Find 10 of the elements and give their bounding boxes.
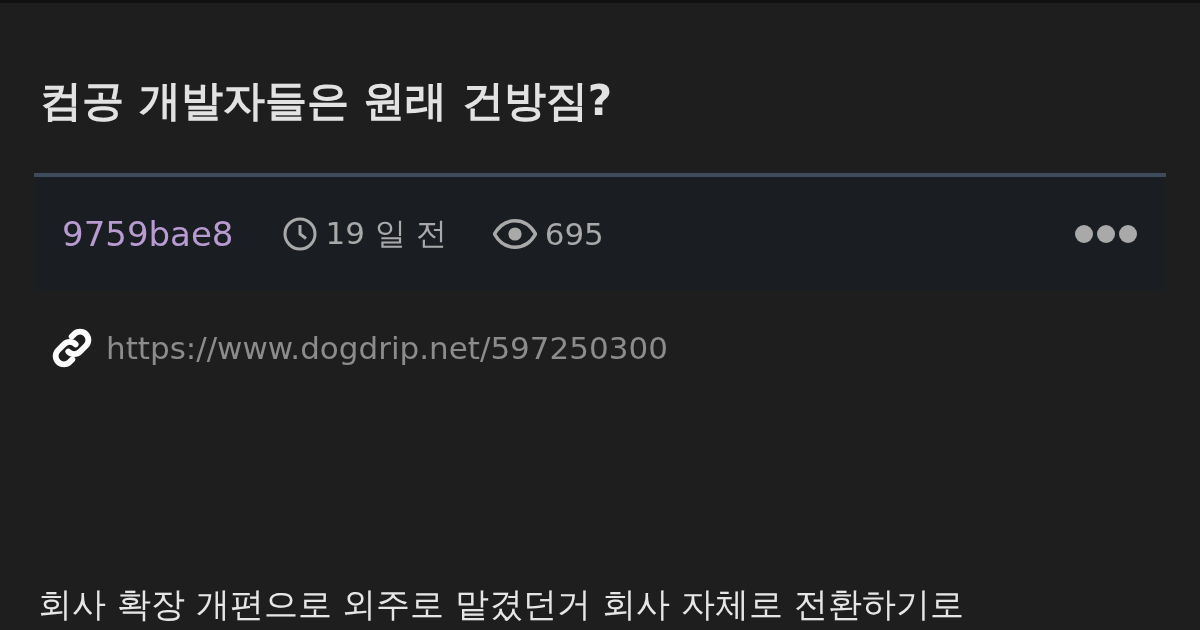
post-time: 19 일 전 <box>325 213 447 253</box>
post-url[interactable]: https://www.dogdrip.net/597250300 <box>106 330 668 366</box>
author-name[interactable]: 9759bae8 <box>62 213 234 254</box>
clock-icon <box>281 215 318 252</box>
post-body: 회사 확장 개편으로 외주로 맡겼던거 회사 자체로 전환하기로 <box>38 583 965 626</box>
post-title: 컴공 개발자들은 원래 건방짐? <box>40 75 614 127</box>
eye-icon <box>492 218 537 249</box>
view-count: 695 <box>544 215 604 252</box>
more-icon[interactable] <box>1074 223 1138 244</box>
link-icon <box>50 326 94 370</box>
